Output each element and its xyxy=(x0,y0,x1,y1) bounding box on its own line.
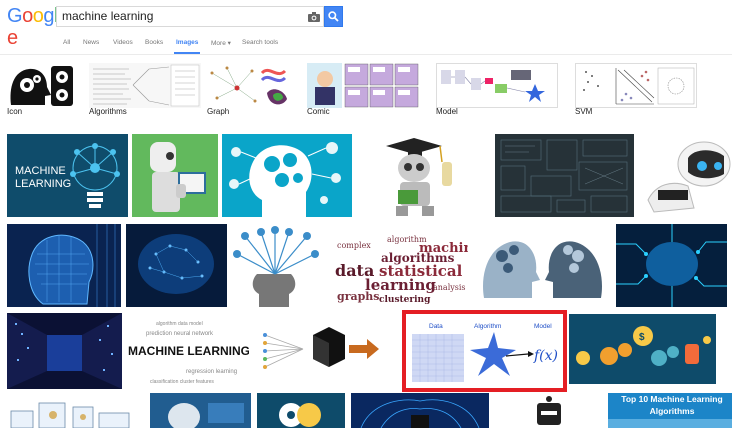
related-label: Comic xyxy=(307,107,330,116)
related-label: SVM xyxy=(575,107,593,116)
tile-text: MACHINE xyxy=(15,165,66,177)
image-result[interactable] xyxy=(257,313,399,389)
related-search-icon-chip[interactable]: Icon xyxy=(7,63,87,119)
image-result[interactable] xyxy=(257,393,345,428)
svg-text:prediction neural network: prediction neural network xyxy=(146,331,214,337)
top10-line1: Top 10 Machine Learning xyxy=(621,394,723,404)
image-result[interactable] xyxy=(132,134,218,217)
related-search-comic-chip[interactable]: Comic xyxy=(307,63,420,119)
tile-text: graphs xyxy=(337,290,380,303)
image-result[interactable] xyxy=(356,134,491,217)
tab-images[interactable]: Images xyxy=(176,39,198,46)
tab-search-tools[interactable]: Search tools xyxy=(242,39,278,46)
tab-books[interactable]: Books xyxy=(145,39,163,46)
related-thumb xyxy=(307,63,420,108)
related-search-svm-chip[interactable]: SVM xyxy=(575,63,697,119)
image-result[interactable] xyxy=(616,224,727,307)
image-result[interactable] xyxy=(7,395,144,428)
related-thumb xyxy=(89,63,201,108)
image-result[interactable] xyxy=(126,224,227,307)
image-result[interactable]: complex algorithm machine algorithms dat… xyxy=(331,224,468,307)
related-thumb xyxy=(436,63,558,108)
image-result[interactable] xyxy=(7,224,121,307)
related-thumb xyxy=(575,63,697,108)
header-divider xyxy=(0,54,732,55)
search-input[interactable]: machine learning xyxy=(56,6,305,27)
image-result[interactable] xyxy=(7,313,122,389)
svg-text:algorithm data model: algorithm data model xyxy=(156,321,203,327)
logo-letter: e xyxy=(7,27,18,49)
image-result[interactable] xyxy=(474,224,611,307)
related-search-model-chip[interactable]: Model xyxy=(436,63,558,119)
search-button[interactable] xyxy=(324,6,343,27)
image-result[interactable] xyxy=(495,393,603,428)
related-label: Icon xyxy=(7,107,23,116)
svg-text:regression learning: regression learning xyxy=(186,369,237,375)
tab-videos[interactable]: Videos xyxy=(113,39,133,46)
related-thumb xyxy=(207,63,292,108)
tab-more[interactable]: More ▾ xyxy=(211,39,231,47)
image-result[interactable] xyxy=(222,134,352,217)
camera-icon[interactable] xyxy=(305,6,324,27)
image-result[interactable] xyxy=(638,134,732,217)
logo-letter: G xyxy=(7,5,23,27)
image-result[interactable]: $ xyxy=(569,314,716,384)
tab-all[interactable]: All xyxy=(63,39,70,46)
image-result[interactable] xyxy=(495,134,634,217)
related-search-graph-chip[interactable]: Graph xyxy=(207,63,292,119)
tile-text: complex xyxy=(337,241,371,250)
tab-news[interactable]: News xyxy=(83,39,99,46)
tile-text: LEARNING xyxy=(15,178,71,190)
related-label: Algorithms xyxy=(89,107,127,116)
magnifier-icon xyxy=(328,11,339,22)
tile-text: clustering xyxy=(379,295,431,305)
logo-letter: o xyxy=(22,5,33,27)
selection-highlight xyxy=(402,310,567,392)
related-thumb xyxy=(7,63,77,108)
tile-text: MACHINE LEARNING xyxy=(128,344,249,358)
logo-letter: o xyxy=(32,5,44,27)
image-result[interactable]: algorithm data model prediction neural n… xyxy=(126,313,249,389)
related-label: Model xyxy=(436,107,458,116)
related-label: Graph xyxy=(207,107,230,116)
svg-text:$: $ xyxy=(639,332,645,343)
related-search-algorithms-chip[interactable]: Algorithms xyxy=(89,63,201,119)
top10-caption: Top 10 Machine Learning Algorithms xyxy=(612,393,732,417)
image-result[interactable] xyxy=(150,393,251,428)
svg-text:classification cluster feature: classification cluster features xyxy=(150,379,214,385)
image-result[interactable]: MACHINE LEARNING xyxy=(7,134,128,217)
logo-letter: g xyxy=(43,5,54,27)
top10-line2: Algorithms xyxy=(649,406,695,416)
image-result[interactable] xyxy=(231,224,325,307)
google-logo[interactable]: Google xyxy=(7,5,63,49)
tile-text: analysis xyxy=(433,283,466,292)
image-result[interactable] xyxy=(351,393,489,428)
